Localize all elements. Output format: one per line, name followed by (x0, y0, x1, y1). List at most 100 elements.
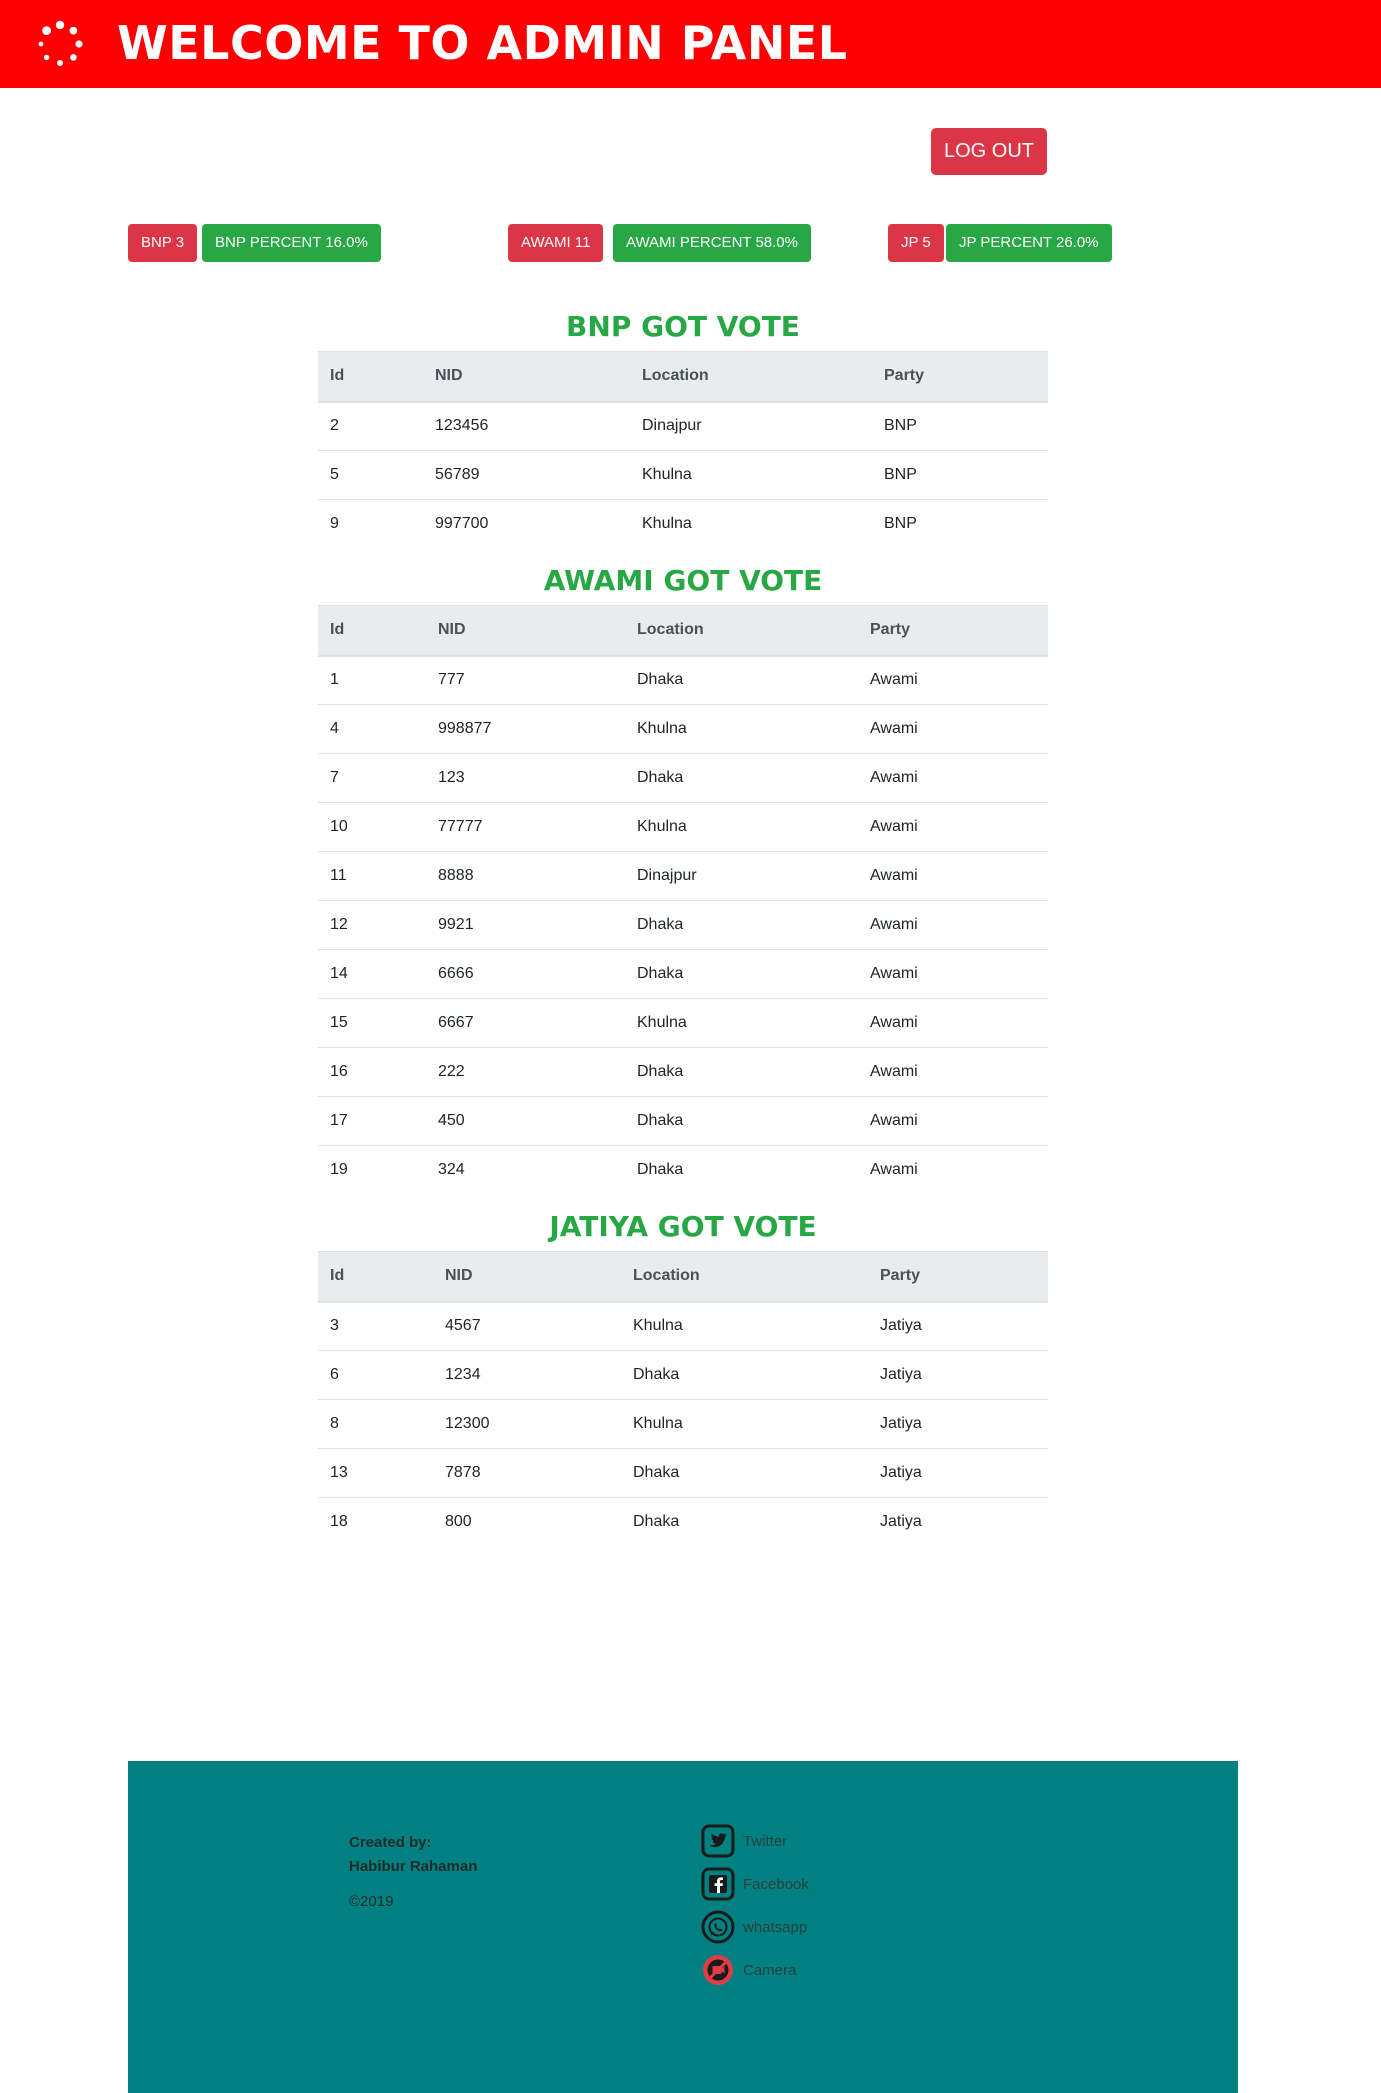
facebook-icon (701, 1867, 735, 1901)
table-row: 1 777 Dhaka Awami (318, 655, 1048, 705)
table-row: 12 9921 Dhaka Awami (318, 900, 1048, 950)
cell-id: 11 (318, 851, 426, 901)
column-header-location: Location (621, 1251, 868, 1303)
awami-percent-badge: AWAMI PERCENT 58.0% (613, 224, 811, 262)
column-header-nid: NID (423, 351, 630, 403)
table-row: 7 123 Dhaka Awami (318, 753, 1048, 803)
awami-vote-table: Id NID Location Party 1 777 Dhaka Awami 4 998… (318, 605, 1048, 1195)
cell-id: 15 (318, 998, 426, 1048)
cell-party: BNP (872, 450, 1048, 500)
cell-party: Awami (858, 753, 1048, 803)
logout-button[interactable]: LOG OUT (931, 128, 1047, 175)
bnp-count-badge: BNP 3 (128, 224, 198, 262)
whatsapp-icon (701, 1910, 735, 1944)
cell-party: Jatiya (868, 1301, 1048, 1351)
cell-location: Dhaka (625, 900, 858, 950)
cell-nid: 800 (445, 1513, 472, 1531)
cell-nid: 222 (426, 1047, 625, 1097)
cell-id: 12 (318, 900, 426, 950)
author-name: Habibur Rahaman (349, 1858, 478, 1875)
table-row: 4 998877 Khulna Awami (318, 704, 1048, 754)
footer-credit: Created by: Habibur Rahaman (349, 1831, 477, 1879)
table-row: 2 123456 Dinajpur BNP (318, 401, 1048, 451)
facebook-link[interactable]: Facebook (701, 1867, 809, 1901)
table-row: 14 6666 Dhaka Awami (318, 949, 1048, 999)
cell-party: BNP (872, 401, 1048, 451)
cell-party: Awami (858, 655, 1048, 705)
camera-link[interactable]: Camera (701, 1953, 796, 1987)
cell-location: Khulna (630, 450, 872, 500)
cell-nid: 56789 (423, 450, 630, 500)
awami-section-title: AWAMI GOT VOTE (543, 564, 823, 597)
cell-party: Awami (870, 1161, 918, 1179)
table-row: 9 997700 Khulna BNP (318, 500, 1048, 549)
cell-location: Khulna (625, 704, 858, 754)
camera-off-icon (701, 1953, 735, 1987)
bnp-percent-badge: BNP PERCENT 16.0% (202, 224, 381, 262)
cell-location: Dhaka (625, 1096, 858, 1146)
spinner-icon (38, 20, 83, 66)
cell-location: Khulna (621, 1301, 868, 1351)
camera-label: Camera (743, 1961, 797, 1979)
twitter-label: Twitter (743, 1832, 788, 1850)
jatiya-vote-table: Id NID Location Party 3 4567 Khulna Jatiya 6… (318, 1251, 1048, 1547)
column-header-id: Id (318, 351, 423, 403)
cell-id: 3 (318, 1301, 433, 1351)
cell-party: Awami (858, 1096, 1048, 1146)
cell-nid: 12300 (433, 1399, 621, 1449)
cell-id: 17 (318, 1096, 426, 1146)
cell-nid: 123456 (423, 401, 630, 451)
column-header-id: Id (318, 1251, 433, 1303)
cell-id: 6 (318, 1350, 433, 1400)
whatsapp-link[interactable]: whatsapp (701, 1910, 807, 1944)
cell-id: 7 (318, 753, 426, 803)
cell-nid: 4567 (433, 1301, 621, 1351)
cell-id: 10 (318, 802, 426, 852)
cell-nid: 123 (426, 753, 625, 803)
cell-id: 9 (330, 515, 339, 533)
jatiya-section-title: JATIYA GOT VOTE (549, 1210, 817, 1243)
top-navbar: WELCOME TO ADMIN PANEL (0, 0, 1381, 88)
cell-party: Awami (858, 900, 1048, 950)
table-row: 19 324 Dhaka Awami (318, 1146, 1048, 1195)
cell-party: Awami (858, 704, 1048, 754)
cell-nid: 997700 (435, 515, 489, 533)
table-row: 11 8888 Dinajpur Awami (318, 851, 1048, 901)
cell-id: 5 (318, 450, 423, 500)
created-by-label: Created by: (349, 1834, 432, 1851)
cell-id: 19 (330, 1161, 348, 1179)
cell-party: Awami (858, 949, 1048, 999)
twitter-link[interactable]: Twitter (701, 1824, 787, 1858)
cell-party: Jatiya (868, 1399, 1048, 1449)
table-row: 15 6667 Khulna Awami (318, 998, 1048, 1048)
cell-location: Dhaka (625, 655, 858, 705)
cell-location: Dhaka (621, 1350, 868, 1400)
cell-location: Dhaka (637, 1161, 684, 1179)
table-row: 17 450 Dhaka Awami (318, 1096, 1048, 1146)
cell-id: 14 (318, 949, 426, 999)
cell-location: Dhaka (625, 753, 858, 803)
table-row: 3 4567 Khulna Jatiya (318, 1301, 1048, 1351)
cell-party: Jatiya (880, 1513, 922, 1531)
cell-nid: 9921 (426, 900, 625, 950)
bnp-vote-table: Id NID Location Party 2 123456 Dinajpur BNP… (318, 351, 1048, 549)
column-header-nid: NID (426, 605, 625, 657)
cell-nid: 8888 (426, 851, 625, 901)
awami-count-badge: AWAMI 11 (508, 224, 604, 262)
cell-party: Awami (858, 851, 1048, 901)
cell-party: Jatiya (868, 1448, 1048, 1498)
cell-party: Awami (858, 1047, 1048, 1097)
cell-location: Dinajpur (625, 851, 858, 901)
cell-nid: 7878 (433, 1448, 621, 1498)
cell-location: Dhaka (625, 1047, 858, 1097)
cell-location: Dhaka (621, 1448, 868, 1498)
cell-id: 13 (318, 1448, 433, 1498)
table-row: 10 77777 Khulna Awami (318, 802, 1048, 852)
jp-count-badge: JP 5 (888, 224, 944, 262)
table-row: 5 56789 Khulna BNP (318, 450, 1048, 500)
column-header-location: Location (630, 351, 872, 403)
facebook-label: Facebook (743, 1875, 809, 1893)
whatsapp-label: whatsapp (743, 1918, 808, 1936)
cell-id: 18 (330, 1513, 348, 1531)
cell-party: Awami (858, 998, 1048, 1048)
